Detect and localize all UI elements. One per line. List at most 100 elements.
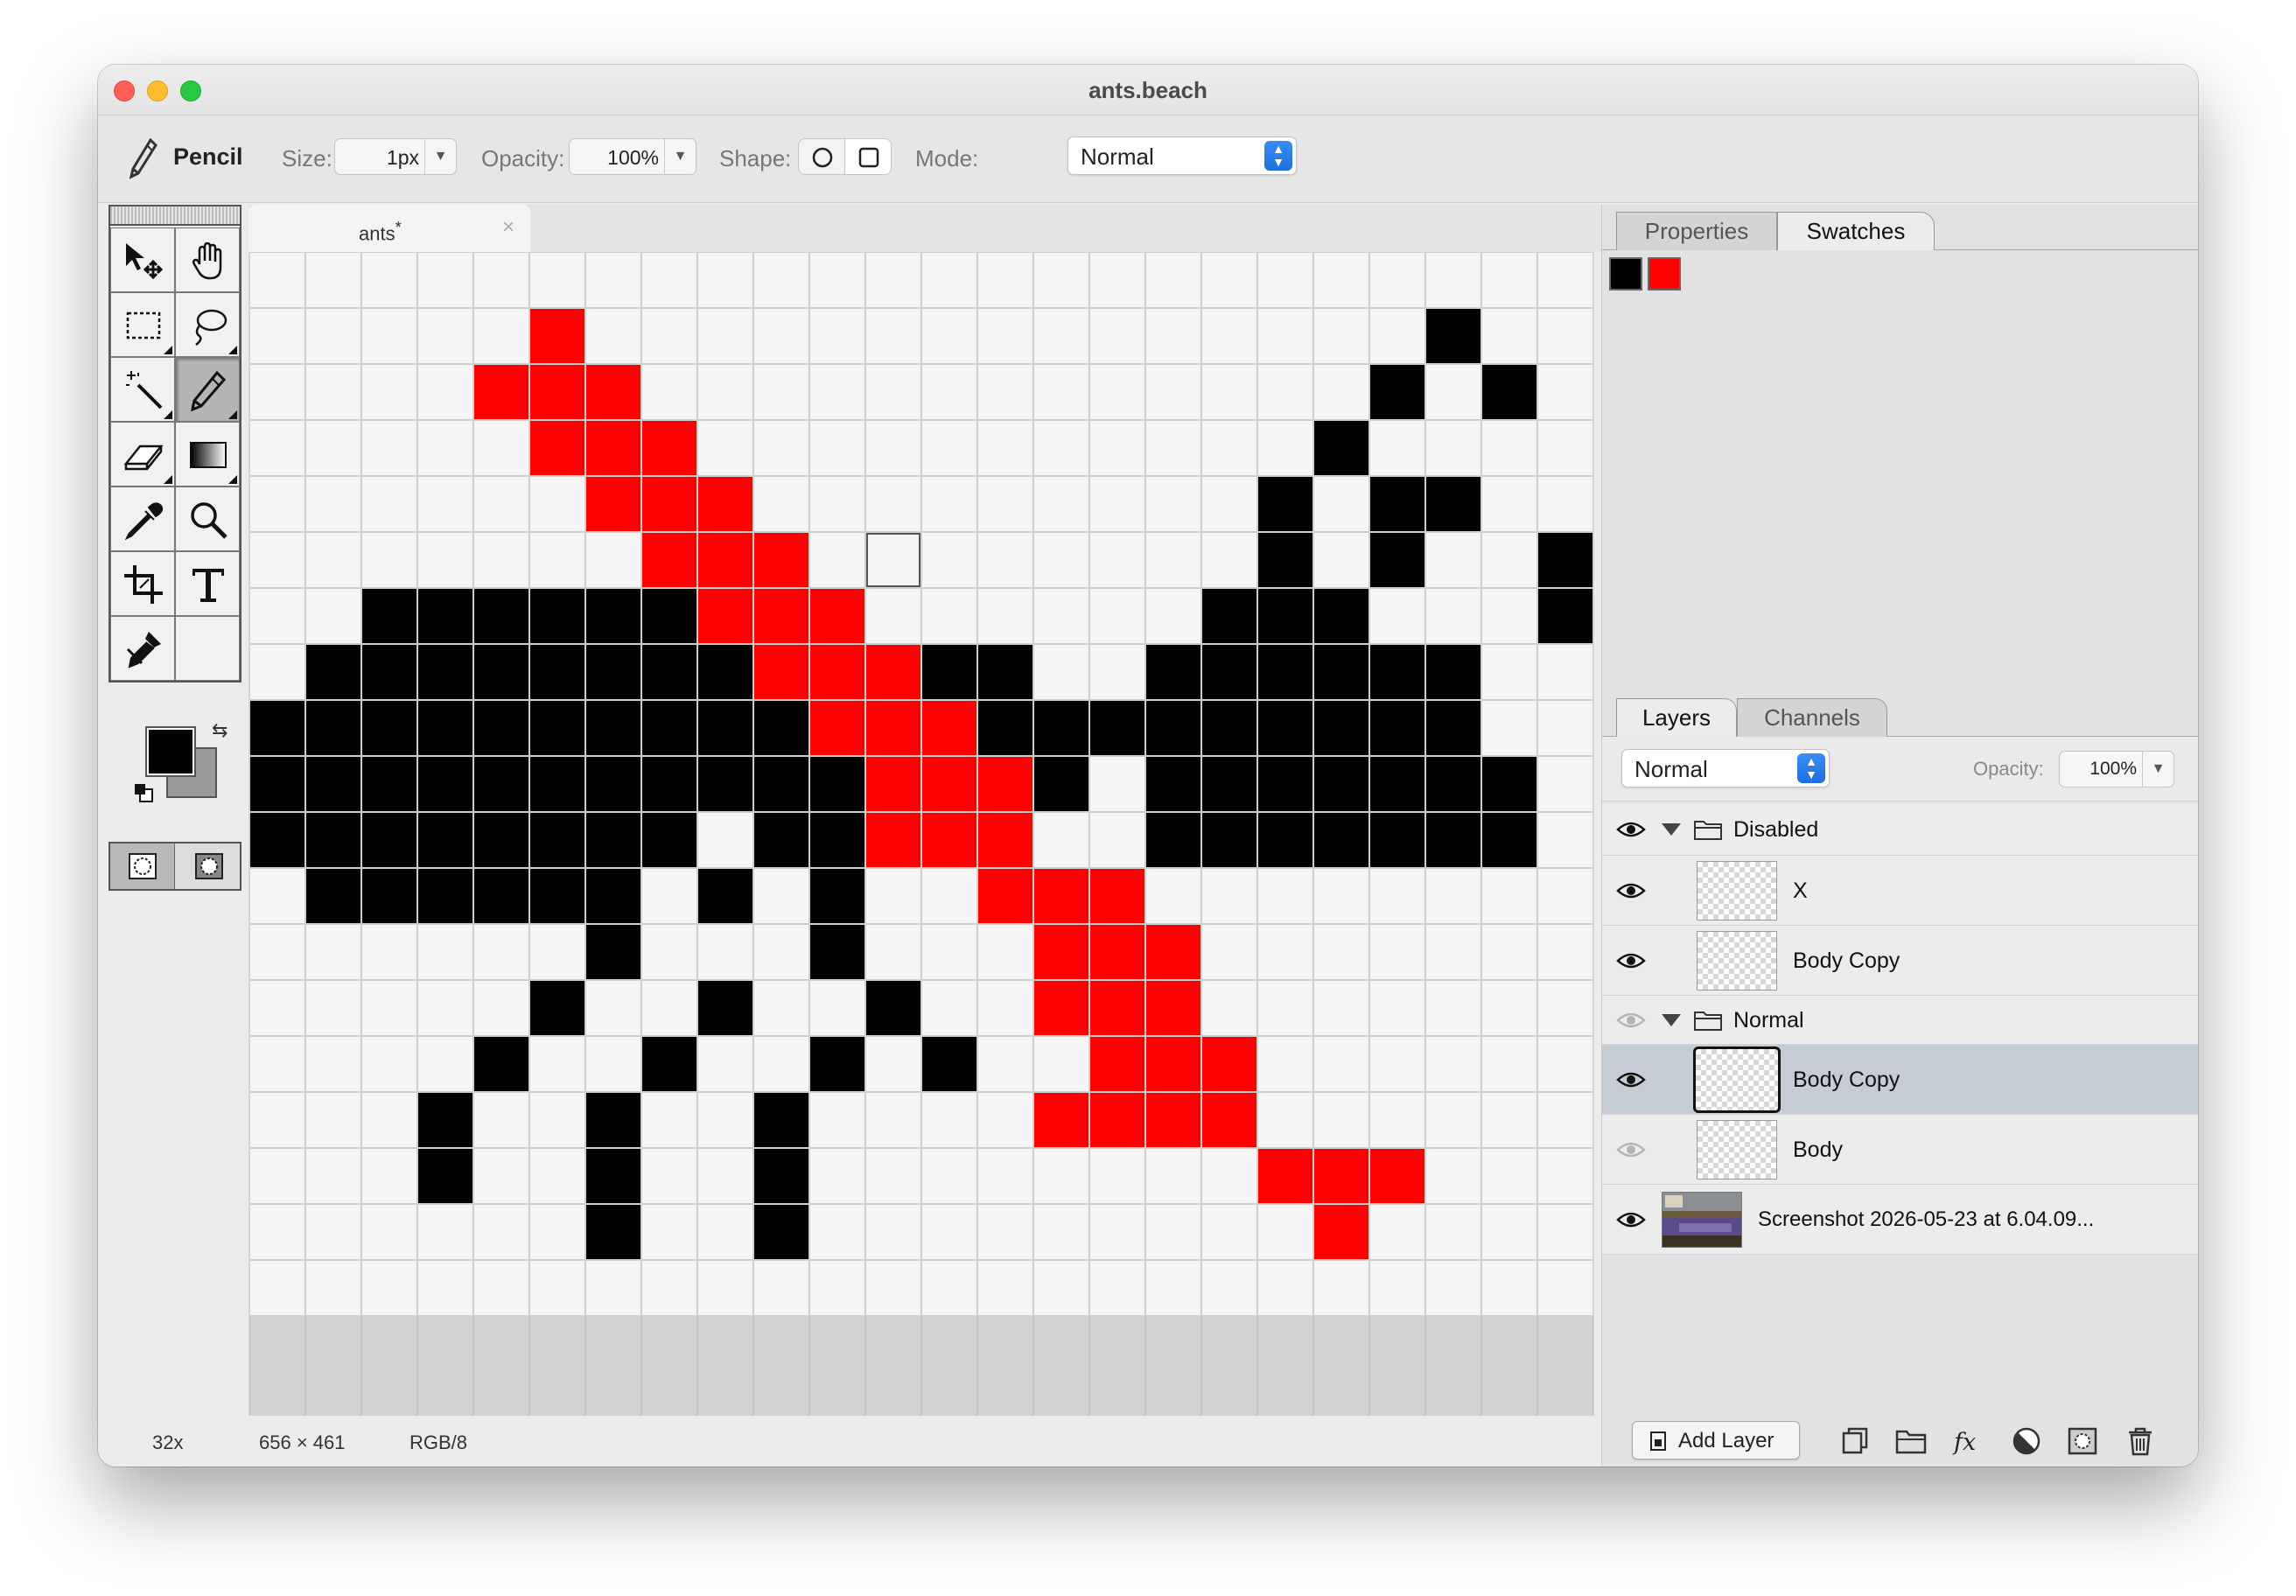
layer-row[interactable]: X [1602, 856, 2198, 926]
pixel-black [249, 756, 305, 812]
lasso-tool[interactable] [175, 292, 240, 357]
pixel-red [809, 700, 865, 756]
layer-group-row[interactable]: Disabled [1602, 803, 2198, 856]
layer-group-row[interactable]: Normal [1602, 996, 2198, 1045]
pencil-tool[interactable] [175, 357, 240, 422]
tab-layers[interactable]: Layers [1616, 698, 1737, 737]
crop-tool[interactable] [110, 551, 175, 616]
swatch-red[interactable] [1648, 257, 1681, 290]
tab-swatches[interactable]: Swatches [1777, 212, 1935, 250]
pixel-red [585, 420, 641, 476]
hand-tool[interactable] [175, 228, 240, 292]
layer-group-name: Disabled [1733, 817, 1819, 842]
document-tab[interactable]: ants* × [248, 205, 530, 252]
quick-mask-mode-button[interactable] [177, 844, 242, 889]
status-bar: 32x 656 × 461 RGB/8 [98, 1416, 1594, 1466]
pixel-black [473, 588, 529, 644]
shape-circle-button[interactable] [798, 138, 845, 175]
visibility-eye-icon[interactable] [1616, 1011, 1646, 1030]
opacity-field[interactable]: 100% ▼ [569, 138, 696, 175]
pixel-black [1313, 756, 1369, 812]
zoom-level[interactable]: 32x [152, 1432, 183, 1454]
opacity-dropdown-icon[interactable]: ▼ [664, 139, 696, 174]
eyedropper-icon [124, 502, 164, 541]
quick-mask-icon [195, 853, 223, 879]
marquee-tool[interactable] [110, 292, 175, 357]
move-tool[interactable] [110, 228, 175, 292]
folder-icon [1694, 1012, 1722, 1031]
toolbox-grip[interactable] [110, 206, 240, 226]
tab-channels[interactable]: Channels [1737, 698, 1887, 737]
add-layer-button[interactable]: Add Layer [1632, 1421, 1800, 1460]
mode-select[interactable]: Normal ▲ ▼ [1068, 136, 1297, 175]
layer-row[interactable]: Body [1602, 1115, 2198, 1185]
eraser-tool[interactable] [110, 422, 175, 486]
visibility-eye-icon[interactable] [1616, 820, 1646, 839]
mask-icon[interactable] [2066, 1424, 2099, 1458]
pixel-red [1257, 1148, 1313, 1204]
visibility-eye-icon[interactable] [1616, 1210, 1646, 1229]
pixel-black [473, 756, 529, 812]
swatch-black[interactable] [1609, 257, 1642, 290]
tab-properties[interactable]: Properties [1616, 212, 1777, 250]
pixel-black [361, 700, 417, 756]
empty-tool-slot [175, 616, 240, 681]
pixel-red [1089, 1036, 1145, 1092]
visibility-eye-icon[interactable] [1616, 1140, 1646, 1159]
standard-mode-button[interactable] [110, 844, 175, 889]
layer-row[interactable]: Body Copy [1602, 926, 2198, 996]
shape-square-button[interactable] [844, 138, 892, 175]
pixel-black [753, 1148, 809, 1204]
layer-opacity-field[interactable]: 100% ▼ [2059, 751, 2174, 788]
pixel-black [809, 812, 865, 868]
type-icon [192, 569, 224, 602]
duplicate-layer-icon[interactable] [1838, 1424, 1872, 1458]
pixel-canvas[interactable] [249, 252, 1593, 1416]
magic-wand-tool[interactable] [110, 357, 175, 422]
adjustment-icon[interactable] [2010, 1424, 2043, 1458]
pixel-black [1201, 644, 1257, 700]
layer-name: Body Copy [1793, 1068, 1900, 1092]
disclosure-triangle-icon[interactable] [1662, 823, 1681, 836]
pixel-black [1369, 364, 1425, 420]
swap-colors-icon[interactable]: ⇆ [212, 719, 228, 742]
new-group-icon[interactable] [1894, 1424, 1928, 1458]
visibility-eye-icon[interactable] [1616, 1070, 1646, 1089]
pixel-red [865, 756, 921, 812]
layer-opacity-dropdown-icon[interactable]: ▼ [2142, 752, 2174, 787]
pixel-black [1257, 476, 1313, 532]
pixel-red [977, 868, 1033, 924]
visibility-eye-icon[interactable] [1616, 951, 1646, 970]
pixel-black [249, 700, 305, 756]
size-dropdown-icon[interactable]: ▼ [424, 139, 456, 174]
canvas-area[interactable] [248, 252, 1594, 1416]
blend-mode-select[interactable]: Normal ▲ ▼ [1621, 749, 1830, 788]
pixel-black [1369, 700, 1425, 756]
visibility-eye-icon[interactable] [1616, 881, 1646, 900]
zoom-tool[interactable] [175, 486, 240, 551]
pixel-red [1033, 980, 1089, 1036]
close-tab-icon[interactable]: × [502, 215, 514, 240]
fx-icon[interactable]: fx [1952, 1424, 1985, 1458]
eraser-icon [123, 444, 164, 471]
eyedropper-tool[interactable] [110, 486, 175, 551]
pixel-black [305, 756, 361, 812]
gradient-tool[interactable] [175, 422, 240, 486]
pixel-black [1201, 756, 1257, 812]
circle-shape-icon [812, 147, 833, 168]
pixel-black [1201, 700, 1257, 756]
pixel-black [1257, 532, 1313, 588]
trash-icon[interactable] [2124, 1424, 2157, 1458]
size-field[interactable]: 1px ▼ [334, 138, 457, 175]
type-tool[interactable] [175, 551, 240, 616]
layer-row-selected[interactable]: Body Copy [1602, 1045, 2198, 1115]
layer-row[interactable]: Screenshot 2026-05-23 at 6.04.09... [1602, 1185, 2198, 1255]
reset-colors-icon[interactable] [133, 782, 156, 805]
pixel-black [305, 812, 361, 868]
tool-name: Pencil [173, 144, 243, 170]
foreground-color-swatch[interactable] [145, 726, 196, 777]
layer-group-name: Normal [1733, 1008, 1804, 1032]
disclosure-triangle-icon[interactable] [1662, 1014, 1681, 1026]
clone-tool[interactable] [110, 616, 175, 681]
move-arrow-icon [126, 243, 164, 280]
